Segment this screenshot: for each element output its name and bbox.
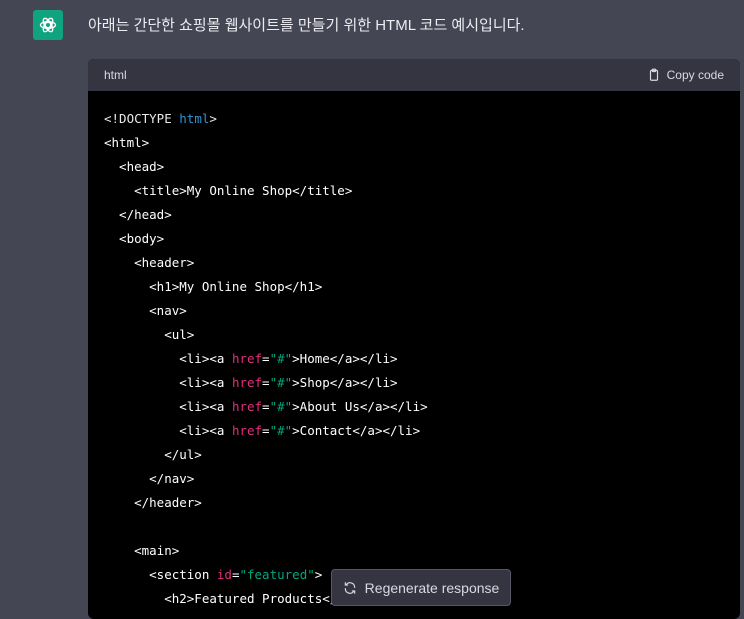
code-token: href (231, 423, 263, 438)
code-token: <head> (104, 159, 165, 174)
code-line: <li><a href="#">Contact</a></li> (104, 419, 724, 443)
code-token: <header> (104, 255, 195, 270)
code-token: href (231, 399, 263, 414)
code-token: </head> (104, 207, 172, 222)
code-line: <li><a href="#">About Us</a></li> (104, 395, 724, 419)
code-token: </ul> (104, 447, 202, 462)
code-line: <li><a href="#">Home</a></li> (104, 347, 724, 371)
code-token: <nav> (104, 303, 187, 318)
code-token: > (209, 111, 217, 126)
code-token: >Shop</a></li> (292, 375, 398, 390)
regenerate-response-button[interactable]: Regenerate response (331, 569, 511, 606)
code-token: id (216, 567, 232, 582)
code-line: </header> (104, 491, 724, 515)
code-token: <title>My Online Shop</title> (104, 183, 353, 198)
code-content: <!DOCTYPE html> <html> <head> <title>My O… (88, 91, 740, 611)
code-token: <body> (104, 231, 165, 246)
code-token: "#" (269, 351, 293, 366)
code-token: <!DOCTYPE (104, 111, 180, 126)
code-token: = (262, 423, 270, 438)
code-line: <header> (104, 251, 724, 275)
code-token: <h2>Featured Products</h2> (104, 591, 360, 606)
code-line: <ul> (104, 323, 724, 347)
code-token: <ul> (104, 327, 195, 342)
code-token: <li><a (104, 375, 232, 390)
code-token: <li><a (104, 351, 232, 366)
code-token: href (231, 351, 263, 366)
code-token: <li><a (104, 399, 232, 414)
copy-code-label: Copy code (666, 68, 724, 82)
code-language-label: html (104, 68, 127, 82)
code-line: <title>My Online Shop</title> (104, 179, 724, 203)
code-token: html (179, 111, 210, 126)
code-token: <li><a (104, 423, 232, 438)
code-token: <section (104, 567, 217, 582)
code-token: >About Us</a></li> (292, 399, 428, 414)
code-line: <main> (104, 539, 724, 563)
code-token: >Home</a></li> (292, 351, 398, 366)
code-token: = (262, 375, 270, 390)
code-token: "#" (269, 399, 293, 414)
assistant-message: 아래는 간단한 쇼핑몰 웹사이트를 만들기 위한 HTML 코드 예시입니다. (88, 17, 525, 34)
clipboard-icon (649, 68, 658, 81)
copy-code-button[interactable]: Copy code (647, 68, 724, 82)
code-token: <main> (104, 543, 180, 558)
refresh-icon (344, 581, 355, 594)
code-line: <head> (104, 155, 724, 179)
code-token: </header> (104, 495, 202, 510)
code-token: <h1>My Online Shop</h1> (104, 279, 323, 294)
assistant-avatar (33, 10, 63, 40)
code-token: >Contact</a></li> (292, 423, 421, 438)
code-token: </nav> (104, 471, 195, 486)
code-token: = (262, 351, 270, 366)
code-token: "#" (269, 423, 293, 438)
code-line: <nav> (104, 299, 724, 323)
code-line: </ul> (104, 443, 724, 467)
code-header: html Copy code (88, 59, 740, 91)
code-line: <body> (104, 227, 724, 251)
code-line: <html> (104, 131, 724, 155)
code-token: = (262, 399, 270, 414)
code-token: href (231, 375, 263, 390)
code-line: </nav> (104, 467, 724, 491)
code-token: <html> (104, 135, 150, 150)
code-line: </head> (104, 203, 724, 227)
code-line: <h1>My Online Shop</h1> (104, 275, 724, 299)
openai-logo-icon (39, 17, 57, 33)
regenerate-label: Regenerate response (364, 579, 500, 596)
code-line: <li><a href="#">Shop</a></li> (104, 371, 724, 395)
code-token: "#" (269, 375, 293, 390)
code-line: <!DOCTYPE html> (104, 107, 724, 131)
code-token: "featured" (239, 567, 315, 582)
code-token: > (314, 567, 323, 582)
code-block: html Copy code <!DOCTYPE html> <html> <he… (88, 59, 740, 619)
